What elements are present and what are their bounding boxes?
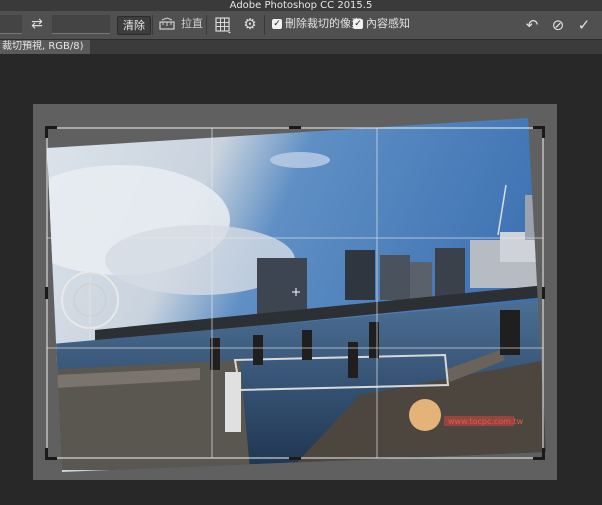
undo-icon[interactable]: ↶ — [523, 16, 541, 34]
level-ruler-icon[interactable] — [159, 17, 175, 31]
divider — [152, 15, 153, 35]
ratio-width-field[interactable] — [0, 15, 22, 34]
cancel-icon[interactable]: ⊘ — [549, 16, 567, 34]
divider — [206, 15, 207, 35]
crop-preview[interactable]: www.tocpc.com.tw — [0, 54, 602, 505]
divider — [264, 15, 265, 35]
delete-cropped-checkbox[interactable]: ✓ — [272, 19, 282, 29]
gear-icon[interactable]: ⚙ — [241, 15, 259, 33]
clear-button[interactable]: 清除 — [117, 16, 151, 35]
grid-overlay-icon[interactable] — [214, 16, 232, 34]
check-icon[interactable]: ✓ — [575, 16, 593, 34]
document-tab[interactable]: 裁切預視, RGB/8) — [0, 40, 90, 54]
watermark-text: www.tocpc.com.tw — [448, 417, 524, 426]
straighten-label[interactable]: 拉直 — [181, 17, 203, 31]
ratio-height-field[interactable] — [52, 15, 110, 34]
swap-arrows-icon[interactable]: ⇄ — [28, 15, 46, 33]
content-aware-checkbox[interactable]: ✓ — [353, 19, 363, 29]
delete-cropped-label[interactable]: 刪除裁切的像素 — [285, 17, 362, 31]
document-tab-bar: 裁切預視, RGB/8) — [0, 40, 602, 54]
window-title: Adobe Photoshop CC 2015.5 — [0, 0, 602, 11]
content-aware-label[interactable]: 內容感知 — [366, 17, 410, 31]
canvas-area[interactable]: www.tocpc.com.tw — [0, 54, 602, 505]
options-bar: ⇄ 清除 拉直 ⚙ ✓ 刪除裁切的像素 ✓ 內容感知 ↶ ⊘ ✓ — [0, 11, 602, 40]
